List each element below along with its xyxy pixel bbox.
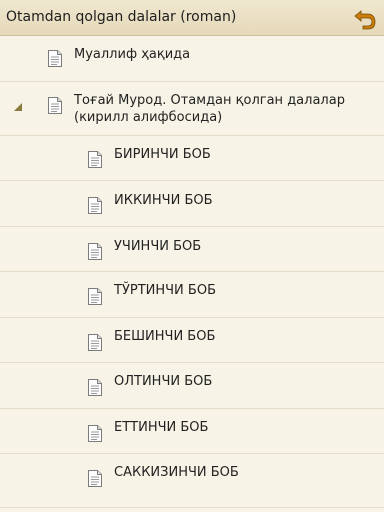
document-icon	[88, 379, 102, 396]
list-item-label: УЧИНЧИ БОБ	[114, 239, 202, 254]
list-item-about-author[interactable]: Муаллиф ҳақида	[0, 36, 384, 82]
list-item-chapter-4[interactable]: ТЎРТИНЧИ БОБ	[0, 272, 384, 318]
list-item-chapter-5[interactable]: БЕШИНЧИ БОБ	[0, 318, 384, 363]
list-item-label: ЕТТИНЧИ БОБ	[114, 420, 209, 435]
list-item-chapter-7[interactable]: ЕТТИНЧИ БОБ	[0, 409, 384, 454]
document-icon	[88, 243, 102, 260]
document-icon	[88, 425, 102, 442]
list-item-label: БИРИНЧИ БОБ	[114, 147, 211, 162]
undo-arrow-icon[interactable]	[352, 5, 378, 31]
list-item-chapter-6[interactable]: ОЛТИНЧИ БОБ	[0, 363, 384, 409]
document-icon	[88, 470, 102, 487]
list-item-book-cyrillic[interactable]: Тоғай Мурод. Отамдан қолган далалар (кир…	[0, 82, 384, 136]
list-item-label: ОЛТИНЧИ БОБ	[114, 374, 213, 389]
list-item-chapter-3[interactable]: УЧИНЧИ БОБ	[0, 227, 384, 272]
expanded-triangle-icon[interactable]	[13, 102, 23, 112]
list-item-label: САККИЗИНЧИ БОБ	[114, 465, 239, 480]
title-bar: Otamdan qolgan dalalar (roman)	[0, 0, 384, 36]
list-item-label: Тоғай Мурод. Отамдан қолган далалар (кир…	[74, 93, 345, 125]
list-item-label: БЕШИНЧИ БОБ	[114, 329, 216, 344]
document-icon	[88, 197, 102, 214]
list-item-chapter-1[interactable]: БИРИНЧИ БОБ	[0, 136, 384, 181]
list-item-chapter-8[interactable]: САККИЗИНЧИ БОБ	[0, 454, 384, 508]
list-item-chapter-2[interactable]: ИККИНЧИ БОБ	[0, 181, 384, 227]
app-title: Otamdan qolgan dalalar (roman)	[6, 9, 237, 25]
document-icon	[88, 288, 102, 305]
chapter-list: Муаллиф ҳақида Тоғай Мурод. Отамдан қолг…	[0, 36, 384, 508]
list-item-label: ТЎРТИНЧИ БОБ	[114, 283, 216, 298]
list-item-label: ИККИНЧИ БОБ	[114, 193, 213, 208]
document-icon	[48, 50, 62, 67]
document-icon	[88, 151, 102, 168]
app-screen: Otamdan qolgan dalalar (roman) Муаллиф ҳ…	[0, 0, 384, 512]
document-icon	[48, 97, 62, 114]
list-item-label: Муаллиф ҳақида	[74, 47, 191, 62]
document-icon	[88, 334, 102, 351]
